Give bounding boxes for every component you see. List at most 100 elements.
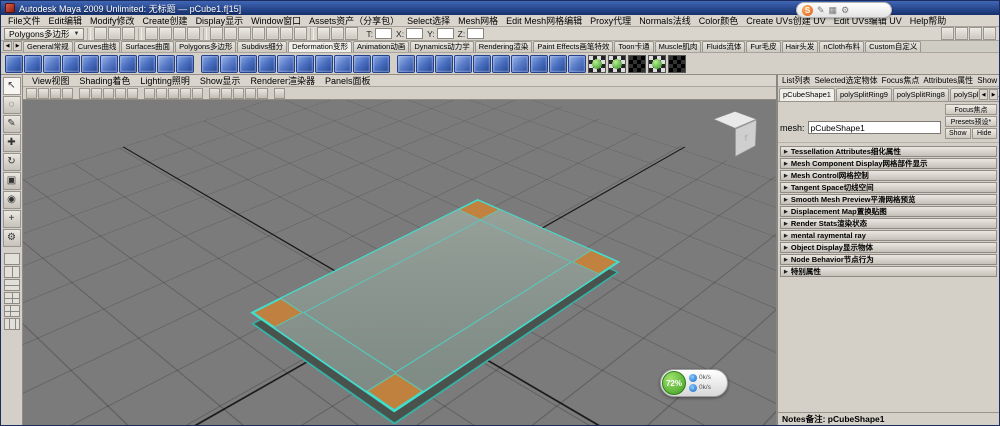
selection-mask-icon[interactable]: [145, 27, 159, 40]
shelf-tool-icon[interactable]: [454, 54, 472, 73]
snap-mode-icon[interactable]: [266, 27, 280, 40]
ae-section-bar[interactable]: ▶ 特别属性: [780, 266, 997, 277]
menu-item[interactable]: Mesh网格: [454, 15, 502, 27]
shelf-tab[interactable]: nCloth布料: [819, 41, 865, 52]
attribute-editor-menu-item[interactable]: Attributes属性: [921, 75, 975, 86]
shelf-tab[interactable]: Rendering渲染: [474, 41, 533, 52]
history-toggle-icon[interactable]: [317, 27, 331, 40]
shelf-tab[interactable]: Fluids流体: [702, 41, 746, 52]
scale-tool-button[interactable]: ▣: [2, 172, 21, 190]
viewport-toolbar-icon[interactable]: [209, 87, 220, 99]
shelf-tool-icon[interactable]: [258, 54, 276, 73]
history-toggle-icon[interactable]: [345, 27, 359, 40]
viewport-toolbar-icon[interactable]: [221, 87, 232, 99]
node-tab[interactable]: polySplitRing8: [892, 88, 949, 101]
shelf-tab[interactable]: Surfaces曲面: [121, 41, 175, 52]
shelf-tool-icon[interactable]: [43, 54, 61, 73]
sidebar-toggle-icon[interactable]: [969, 27, 982, 40]
ae-section-bar[interactable]: ▶ mental raymental ray: [780, 230, 997, 241]
shelf-tool-icon[interactable]: [176, 54, 194, 73]
snap-mode-icon[interactable]: [252, 27, 266, 40]
attribute-editor-menu-item[interactable]: Selected选定物体: [812, 75, 879, 86]
shelf-tab[interactable]: Muscle肌肉: [654, 41, 702, 52]
shelf-tab[interactable]: General常规: [23, 41, 73, 52]
shelf-tab[interactable]: Custom自定义: [865, 41, 922, 52]
shelf-tool-icon[interactable]: [24, 54, 42, 73]
ae-section-bar[interactable]: ▶ Tangent Space切线空间: [780, 182, 997, 193]
viewport-menu-item[interactable]: Panels面板: [320, 74, 376, 87]
node-tab[interactable]: pCubeShape1: [779, 88, 835, 101]
ime-keyboard-icon[interactable]: ▦: [829, 5, 838, 16]
shelf-tool-icon[interactable]: [119, 54, 137, 73]
shelf-tool-icon[interactable]: [397, 54, 415, 73]
viewport-toolbar-icon[interactable]: [38, 87, 49, 99]
snap-mode-icon[interactable]: [238, 27, 252, 40]
selection-mask-icon[interactable]: [173, 27, 187, 40]
ae-section-bar[interactable]: ▶ Tessellation Attributes细化属性: [780, 146, 997, 157]
ime-pen-icon[interactable]: ✎: [817, 5, 825, 16]
selected-face[interactable]: [458, 199, 500, 220]
menu-item[interactable]: Create创建: [139, 15, 192, 27]
presets-button[interactable]: Presets预设*: [945, 116, 997, 127]
menu-item[interactable]: Edit编辑: [45, 15, 87, 27]
last-tool-button[interactable]: ⚙: [2, 229, 21, 247]
viewport-toolbar-icon[interactable]: [156, 87, 167, 99]
viewport-canvas[interactable]: T 72% ↑ 0k/s ↓ 0k/s: [23, 100, 776, 425]
shelf-tool-icon[interactable]: [62, 54, 80, 73]
viewport-menu-item[interactable]: Shading着色: [74, 74, 135, 87]
shelf-scroll-right-icon[interactable]: ▶: [13, 41, 22, 51]
shelf-tool-icon[interactable]: [473, 54, 491, 73]
viewport-toolbar-icon[interactable]: [115, 87, 126, 99]
notes-bar[interactable]: Notes备注: pCubeShape1: [778, 412, 999, 425]
shelf-tool-icon[interactable]: [568, 54, 586, 73]
show-button[interactable]: Show: [945, 128, 971, 139]
hide-button[interactable]: Hide: [971, 128, 997, 139]
coordinate-input[interactable]: [467, 28, 485, 39]
shelf-tool-icon[interactable]: [492, 54, 510, 73]
file-tool-icon[interactable]: [108, 27, 122, 40]
layout-shortcut-button[interactable]: [3, 279, 20, 291]
node-tab[interactable]: polySplitRing9: [835, 88, 892, 101]
shelf-tab[interactable]: Polygons多边形: [175, 41, 237, 52]
attribute-editor-menu-item[interactable]: List列表: [780, 75, 812, 86]
shelf-tab[interactable]: Animation动画: [352, 41, 410, 52]
focus-button[interactable]: Focus焦点: [945, 104, 997, 115]
shelf-tool-icon[interactable]: [372, 54, 390, 73]
menu-item[interactable]: Window窗口: [247, 15, 305, 27]
shelf-tool-icon[interactable]: [201, 54, 219, 73]
snap-mode-icon[interactable]: [224, 27, 238, 40]
menu-item[interactable]: Edit Mesh网格编辑: [502, 15, 586, 27]
history-toggle-icon[interactable]: [331, 27, 345, 40]
accel-ball-widget[interactable]: 72% ↑ 0k/s ↓ 0k/s: [660, 369, 728, 397]
shelf-tool-icon[interactable]: [315, 54, 333, 73]
viewport-toolbar-icon[interactable]: [274, 87, 285, 99]
sidebar-toggle-icon[interactable]: [983, 27, 996, 40]
shelf-tool-icon[interactable]: [334, 54, 352, 73]
ae-section-bar[interactable]: ▶ Object Display显示物体: [780, 242, 997, 253]
menu-item[interactable]: File文件: [4, 15, 45, 27]
attribute-editor-menu-item[interactable]: Show: [975, 76, 999, 85]
layout-shortcut-button[interactable]: [3, 292, 20, 304]
attribute-editor-menu-item[interactable]: Focus焦点: [880, 75, 922, 86]
menu-item[interactable]: Normals法线: [635, 15, 695, 27]
shelf-tab[interactable]: Paint Effects画笔特效: [533, 41, 614, 52]
shelf-tab[interactable]: Dynamics动力学: [410, 41, 474, 52]
tab-scroll-icon[interactable]: ▶: [989, 89, 998, 100]
snap-mode-icon[interactable]: [210, 27, 224, 40]
snap-mode-icon[interactable]: [280, 27, 294, 40]
menu-item[interactable]: Display显示: [192, 15, 248, 27]
menu-item[interactable]: Select选择: [403, 15, 454, 27]
menu-item[interactable]: Modify修改: [86, 15, 139, 27]
viewport-toolbar-icon[interactable]: [233, 87, 244, 99]
viewport-toolbar-icon[interactable]: [168, 87, 179, 99]
ae-section-bar[interactable]: ▶ Render Stats渲染状态: [780, 218, 997, 229]
shelf-tab[interactable]: Curves曲线: [73, 41, 121, 52]
viewport-toolbar-icon[interactable]: [245, 87, 256, 99]
layout-shortcut-button[interactable]: [3, 305, 20, 317]
selection-mask-icon[interactable]: [187, 27, 201, 40]
ae-section-bar[interactable]: ▶ Smooth Mesh Preview平滑网格预览: [780, 194, 997, 205]
sidebar-toggle-icon[interactable]: [955, 27, 968, 40]
shelf-tool-icon[interactable]: [549, 54, 567, 73]
paint-select-tool-button[interactable]: ✎: [2, 115, 21, 133]
ime-toolbar[interactable]: S ✎ ▦ ⚙: [796, 2, 892, 18]
